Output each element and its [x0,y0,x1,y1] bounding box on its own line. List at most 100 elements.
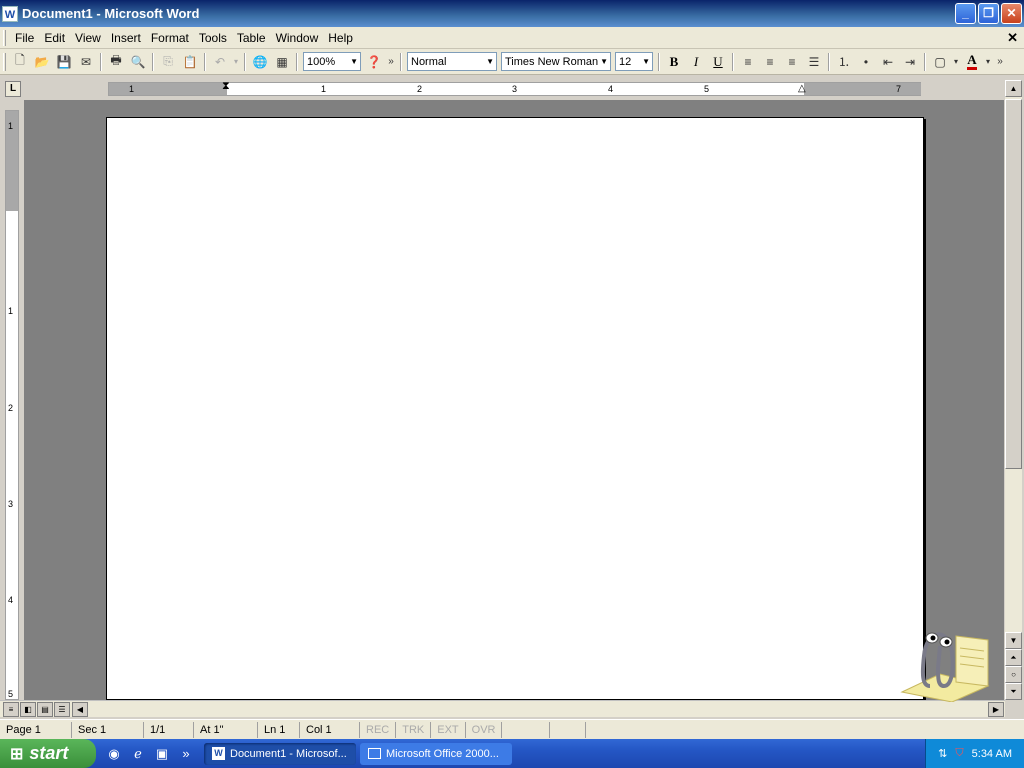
toolbar-grip[interactable] [3,52,6,71]
chevron-down-icon[interactable]: ▼ [350,53,358,70]
tab-selector[interactable]: L [5,81,21,97]
vertical-ruler[interactable]: 1 1 2 3 4 5 [5,110,19,700]
zoom-select[interactable]: 100% ▼ [303,52,361,71]
next-page-icon[interactable]: ⏷ [1005,683,1022,700]
menu-view[interactable]: View [70,31,106,45]
menu-format[interactable]: Format [146,31,194,45]
ruler-number: 4 [608,84,614,94]
ruler-number: 5 [704,84,710,94]
bullets-icon[interactable]: • [855,51,877,73]
previous-page-icon[interactable]: ⏶ [1005,649,1022,666]
more-quick-launch-icon[interactable]: » [178,746,194,762]
align-right-icon[interactable]: ≡ [781,51,803,73]
media-player-icon[interactable]: ▣ [154,746,170,762]
web-toolbar-icon[interactable]: 🌐 [249,51,271,73]
clock[interactable]: 5:34 AM [972,748,1012,760]
normal-view-icon[interactable]: ≡ [3,702,19,717]
justify-icon[interactable]: ☰ [803,51,825,73]
outline-view-icon[interactable]: ☰ [54,702,70,717]
left-margin-area [109,83,227,95]
increase-indent-icon[interactable]: ⇥ [899,51,921,73]
menu-help[interactable]: Help [323,31,358,45]
scroll-thumb[interactable] [1005,99,1022,469]
align-left-icon[interactable]: ≡ [737,51,759,73]
style-select[interactable]: Normal ▼ [407,52,497,71]
font-select[interactable]: Times New Roman ▼ [501,52,611,71]
document-close-icon[interactable]: ✕ [1007,30,1018,46]
toolbar-separator [152,52,154,71]
chevron-down-icon[interactable]: ▼ [642,53,650,70]
chevron-down-icon[interactable]: ▼ [486,53,494,70]
menu-edit[interactable]: Edit [39,31,70,45]
security-shield-icon[interactable]: ⛉ [955,747,963,760]
menu-file[interactable]: File [10,31,39,45]
status-at: At 1" [194,721,258,738]
quick-launch-icon[interactable]: ◉ [106,746,122,762]
restore-button[interactable]: ❐ [978,3,999,24]
minimize-button[interactable]: _ [955,3,976,24]
help-icon[interactable]: ❓ [363,51,385,73]
ruler-number: 1 [129,84,135,94]
window-title: Document1 - Microsoft Word [22,6,200,21]
taskbar-button-office[interactable]: Microsoft Office 2000... [360,742,512,765]
copy-icon[interactable]: ⎘ [157,51,179,73]
menu-grip[interactable] [3,29,6,46]
paste-icon[interactable]: 📋 [179,51,201,73]
print-icon[interactable]: 🖶 [105,51,127,73]
word-app-icon[interactable]: W [2,5,18,22]
network-icon[interactable]: ⇅ [938,747,947,760]
open-folder-icon[interactable]: 📂 [31,51,53,73]
decrease-indent-icon[interactable]: ⇤ [877,51,899,73]
indent-marker-icon[interactable]: ⧗ [222,80,230,93]
document-page[interactable] [106,117,924,700]
align-center-icon[interactable]: ≡ [759,51,781,73]
scroll-right-icon[interactable]: ▶ [988,702,1004,717]
internet-explorer-icon[interactable]: ℯ [130,746,146,762]
email-icon[interactable]: ✉ [75,51,97,73]
undo-dropdown-icon[interactable]: ▾ [231,51,241,73]
font-size-select[interactable]: 12 ▼ [615,52,653,71]
vertical-scrollbar[interactable]: ▲ ▼ ⏶ ○ ⏷ [1005,80,1022,700]
start-button[interactable]: ⊞ start [0,739,96,768]
numbering-icon[interactable]: ⒈ [833,51,855,73]
status-ovr[interactable]: OVR [466,721,503,738]
scroll-left-icon[interactable]: ◀ [72,702,88,717]
italic-button[interactable]: I [685,51,707,73]
title-bar[interactable]: W Document1 - Microsoft Word _ ❐ ✕ [0,0,1024,27]
bold-button[interactable]: B [663,51,685,73]
font-color-button[interactable]: A [961,51,983,73]
close-button[interactable]: ✕ [1001,3,1022,24]
office-assistant-clippy-icon[interactable] [900,616,990,702]
chevron-down-icon[interactable]: ▼ [600,53,608,70]
underline-button[interactable]: U [707,51,729,73]
window-icon [368,748,381,759]
status-ext[interactable]: EXT [431,721,466,738]
web-layout-view-icon[interactable]: ◧ [20,702,36,717]
horizontal-ruler[interactable]: 1 1 2 3 4 5 7 ⧗ △ [108,80,921,96]
status-rec[interactable]: REC [360,721,397,738]
menu-tools[interactable]: Tools [194,31,232,45]
menu-window[interactable]: Window [271,31,324,45]
more-buttons-icon[interactable]: » [385,51,397,73]
right-margin-area [804,83,921,95]
new-document-icon[interactable]: 🗋 [9,51,31,73]
insert-table-icon[interactable]: ▦ [271,51,293,73]
font-color-dropdown-icon[interactable]: ▾ [983,51,993,73]
right-indent-marker-icon[interactable]: △ [798,83,806,94]
toolbar-options-icon[interactable]: » [993,51,1007,73]
borders-icon[interactable]: ▢ [929,51,951,73]
scroll-up-icon[interactable]: ▲ [1005,80,1022,97]
taskbar-button-word[interactable]: W Document1 - Microsof... [204,742,356,765]
scroll-down-icon[interactable]: ▼ [1005,632,1022,649]
print-layout-view-icon[interactable]: ▤ [37,702,53,717]
select-browse-object-icon[interactable]: ○ [1005,666,1022,683]
menu-table[interactable]: Table [232,31,271,45]
ruler-number: 1 [321,84,327,94]
horizontal-scrollbar[interactable]: ≡ ◧ ▤ ☰ ◀ ▶ [0,700,1005,717]
borders-dropdown-icon[interactable]: ▾ [951,51,961,73]
undo-icon[interactable]: ↶ [209,51,231,73]
menu-insert[interactable]: Insert [106,31,146,45]
save-icon[interactable]: 💾 [53,51,75,73]
print-preview-icon[interactable]: 🔍 [127,51,149,73]
status-trk[interactable]: TRK [396,721,432,738]
